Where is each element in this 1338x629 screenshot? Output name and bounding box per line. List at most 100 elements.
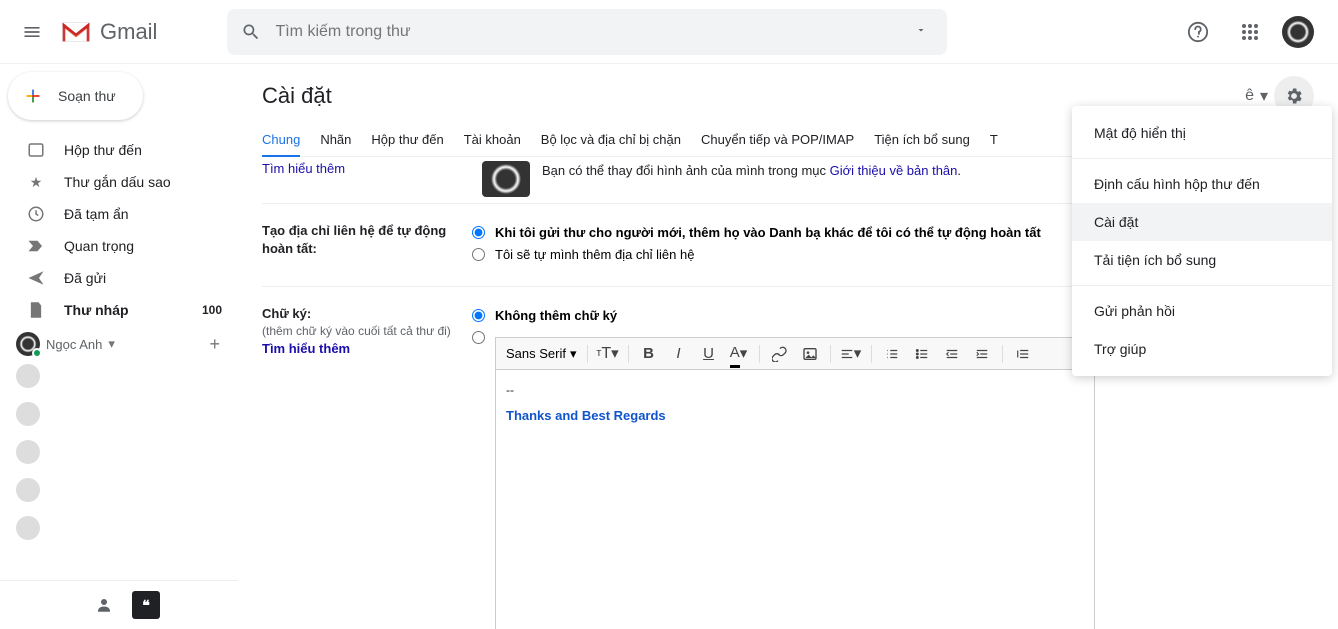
signature-textarea[interactable]: -- Thanks and Best Regards <box>496 370 1094 629</box>
tab-themes-cut[interactable]: T <box>990 132 998 156</box>
nav-label: Đã gửi <box>64 270 106 286</box>
add-contact-button[interactable]: + <box>209 334 220 355</box>
sidebar-item-snoozed[interactable]: Đã tạm ẩn <box>0 198 238 230</box>
contact-avatar[interactable] <box>16 440 40 464</box>
radio-auto-add[interactable] <box>472 226 485 239</box>
hangouts-people-tab[interactable] <box>90 591 118 619</box>
tab-general[interactable]: Chung <box>262 132 300 157</box>
search-icon <box>241 22 261 42</box>
quote-button[interactable] <box>1009 341 1037 367</box>
signature-editor: Sans Serif▾ тT▾ B I U A▾ <box>495 337 1095 629</box>
indent-less-button[interactable] <box>938 341 966 367</box>
caret-down-icon: ▾ <box>108 336 115 352</box>
font-family-select[interactable]: Sans Serif▾ <box>502 343 581 365</box>
menu-item-density[interactable]: Mật độ hiển thị <box>1072 114 1332 152</box>
search-input[interactable] <box>275 23 909 41</box>
gear-icon <box>1284 86 1304 106</box>
toolbar-separator <box>830 345 831 363</box>
draft-count: 100 <box>202 303 222 317</box>
status-online-icon <box>32 348 42 358</box>
account-avatar[interactable] <box>1282 16 1314 48</box>
contact-avatar[interactable] <box>16 516 40 540</box>
tab-addons[interactable]: Tiện ích bổ sung <box>874 132 970 156</box>
sidebar-item-starred[interactable]: ★Thư gắn dấu sao <box>0 166 238 198</box>
link-button[interactable] <box>766 341 794 367</box>
option-label: Không thêm chữ ký <box>495 305 617 327</box>
sidebar-item-sent[interactable]: Đã gửi <box>0 262 238 294</box>
compose-button[interactable]: Soạn thư <box>8 72 143 120</box>
tab-labels[interactable]: Nhãn <box>320 132 351 156</box>
underline-button[interactable]: U <box>695 341 723 367</box>
menu-item-configure-inbox[interactable]: Định cấu hình hộp thư đến <box>1072 165 1332 203</box>
caret-down-icon: ▾ <box>570 343 577 365</box>
signature-sublabel: (thêm chữ ký vào cuối tất cả thư đi) <box>262 323 472 340</box>
hangouts-user[interactable]: Ngọc Anh ▾ + <box>0 332 238 356</box>
help-icon <box>1187 21 1209 43</box>
contact-avatar[interactable] <box>16 478 40 502</box>
menu-item-help[interactable]: Trợ giúp <box>1072 330 1332 368</box>
caret-down-icon[interactable]: ▾ <box>1260 86 1268 106</box>
sidebar-item-inbox[interactable]: Hộp thư đến <box>0 134 238 166</box>
menu-item-feedback[interactable]: Gửi phản hồi <box>1072 292 1332 330</box>
gmail-logo[interactable]: Gmail <box>60 19 157 45</box>
contact-avatar[interactable] <box>16 364 40 388</box>
sidebar-item-drafts[interactable]: Thư nháp 100 <box>0 294 238 326</box>
tab-forwarding[interactable]: Chuyển tiếp và POP/IMAP <box>701 132 854 156</box>
tab-accounts[interactable]: Tài khoản <box>464 132 521 156</box>
menu-item-settings[interactable]: Cài đặt <box>1072 203 1332 241</box>
tab-filters[interactable]: Bộ lọc và địa chỉ bị chặn <box>541 132 681 156</box>
hangouts-chat-tab[interactable]: ❝ <box>132 591 160 619</box>
font-size-button[interactable]: тT▾ <box>594 341 622 367</box>
image-icon <box>802 346 818 362</box>
inbox-icon <box>26 141 46 159</box>
signature-learn-more-link[interactable]: Tìm hiểu thêm <box>262 341 350 356</box>
ol-icon <box>885 347 899 361</box>
signature-toolbar: Sans Serif▾ тT▾ B I U A▾ <box>496 338 1094 370</box>
indent-less-icon <box>945 347 959 361</box>
menu-item-get-addons[interactable]: Tải tiện ích bổ sung <box>1072 241 1332 279</box>
toolbar-separator <box>628 345 629 363</box>
contact-avatar[interactable] <box>16 402 40 426</box>
hangouts-avatar <box>16 332 40 356</box>
settings-dropdown-menu: Mật độ hiển thị Định cấu hình hộp thư đế… <box>1072 106 1332 376</box>
nav-label: Quan trọng <box>64 238 134 254</box>
input-method-indicator[interactable]: ê <box>1245 87 1254 105</box>
main-menu-button[interactable] <box>8 8 56 56</box>
radio-manual-add[interactable] <box>472 248 485 261</box>
signature-text-line: Thanks and Best Regards <box>506 405 1084 427</box>
menu-separator <box>1072 285 1332 286</box>
menu-separator <box>1072 158 1332 159</box>
support-button[interactable] <box>1178 12 1218 52</box>
align-button[interactable]: ▾ <box>837 341 865 367</box>
autocomplete-label: Tạo địa chỉ liên hệ để tự động hoàn tất: <box>262 222 472 266</box>
sidebar-item-important[interactable]: Quan trọng <box>0 230 238 262</box>
search-bar[interactable] <box>227 9 947 55</box>
profile-image-preview <box>482 161 530 197</box>
text-color-button[interactable]: A▾ <box>725 341 753 367</box>
app-header: Gmail <box>0 0 1338 64</box>
nav-label: Hộp thư đến <box>64 142 142 158</box>
align-icon <box>840 347 854 361</box>
search-options-dropdown[interactable] <box>909 23 933 41</box>
ordered-list-button[interactable] <box>878 341 906 367</box>
apps-button[interactable] <box>1230 12 1270 52</box>
nav-label: Thư nháp <box>64 302 129 318</box>
signature-label-block: Chữ ký: (thêm chữ ký vào cuối tất cả thư… <box>262 305 472 629</box>
italic-button[interactable]: I <box>665 341 693 367</box>
unordered-list-button[interactable] <box>908 341 936 367</box>
nav-label: Thư gắn dấu sao <box>64 174 171 190</box>
ul-icon <box>915 347 929 361</box>
radio-no-signature[interactable] <box>472 309 485 322</box>
radio-custom-signature[interactable] <box>472 331 485 344</box>
image-button[interactable] <box>796 341 824 367</box>
quote-icon <box>1016 347 1030 361</box>
hangouts-tabs: ❝ <box>0 581 238 629</box>
learn-more-link[interactable]: Tìm hiểu thêm <box>262 161 345 176</box>
bold-button[interactable]: B <box>635 341 663 367</box>
hangouts-contacts <box>0 364 238 540</box>
tab-inbox[interactable]: Hộp thư đến <box>371 132 443 156</box>
indent-more-button[interactable] <box>968 341 996 367</box>
toolbar-separator <box>587 345 588 363</box>
draft-icon <box>26 301 46 319</box>
about-me-link[interactable]: Giới thiệu về bản thân <box>830 163 958 178</box>
